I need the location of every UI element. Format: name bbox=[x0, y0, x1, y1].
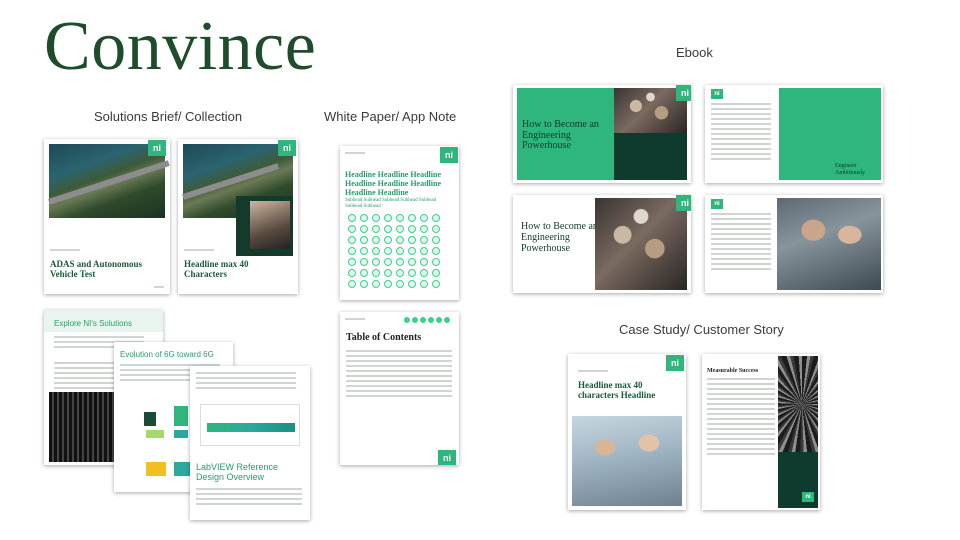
case-headline: Headline max 40 characters Headline bbox=[578, 380, 656, 400]
white-paper-card[interactable]: ni Headline Headline Headline Headline H… bbox=[340, 146, 459, 300]
dark-panel bbox=[614, 133, 687, 180]
wp-subhead: Subhead Subhead Subhead Subhead Subhead … bbox=[345, 198, 437, 209]
section-label-solutions: Solutions Brief/ Collection bbox=[94, 109, 243, 124]
page-title: Convince bbox=[44, 8, 317, 85]
ni-logo-icon: ni bbox=[666, 355, 684, 371]
ebook-title: How to Become an Engineering Powerhouse bbox=[522, 119, 599, 151]
lab-photo bbox=[572, 416, 682, 506]
case-study-cover[interactable]: ni Headline max 40 characters Headline bbox=[568, 354, 686, 510]
ni-logo-icon: ni bbox=[711, 199, 723, 209]
dot-row bbox=[404, 317, 450, 323]
case-study-spread[interactable]: Measurable Success ni bbox=[702, 354, 820, 510]
ni-logo-icon: ni bbox=[676, 195, 691, 211]
ni-logo-icon: ni bbox=[278, 140, 296, 156]
ebook-tagline: Engineer Ambitiously bbox=[835, 163, 866, 176]
ni-logo-icon: ni bbox=[440, 147, 458, 163]
toc-title: Table of Contents bbox=[346, 332, 422, 343]
explore-title: Explore NI's Solutions bbox=[54, 319, 133, 328]
table-of-contents-card[interactable]: Table of Contents ni bbox=[340, 312, 459, 465]
evolution-title: Evolution of 6G toward 6G bbox=[120, 350, 214, 359]
gears-photo bbox=[595, 198, 687, 290]
dot-pattern bbox=[348, 214, 441, 288]
ebook-cover-green[interactable]: How to Become an Engineering Powerhouse … bbox=[513, 85, 691, 183]
ni-logo-icon: ni bbox=[802, 492, 814, 502]
labview-reference-card[interactable]: LabVIEW Reference Design Overview bbox=[190, 366, 310, 520]
solutions-brief-card-headline[interactable]: ni Headline max 40 Characters bbox=[178, 139, 298, 294]
ni-logo-icon: ni bbox=[711, 89, 723, 99]
wp-headline: Headline Headline Headline Headline Head… bbox=[345, 170, 442, 197]
anechoic-chamber-photo bbox=[49, 392, 119, 462]
ni-logo-icon: ni bbox=[438, 450, 456, 465]
ebook-spread-photo[interactable]: ni bbox=[705, 195, 883, 293]
ni-logo-icon: ni bbox=[676, 85, 691, 101]
engineer-photo bbox=[250, 201, 290, 249]
card-title: Headline max 40 Characters bbox=[184, 259, 249, 279]
diagram-box bbox=[200, 404, 300, 446]
turbine-photo bbox=[778, 356, 818, 452]
engineers-photo bbox=[777, 198, 881, 290]
ebook-cover-white[interactable]: How to Become an Engineering Powerhouse … bbox=[513, 195, 691, 293]
section-label-ebook: Ebook bbox=[676, 45, 713, 60]
ebook-title: How to Become an Engineering Powerhouse bbox=[521, 221, 598, 254]
section-label-casestudy: Case Study/ Customer Story bbox=[619, 322, 784, 337]
case-side-title: Measurable Success bbox=[707, 368, 759, 374]
labview-title: LabVIEW Reference Design Overview bbox=[196, 462, 279, 482]
ebook-spread-text[interactable]: ni Engineer Ambitiously bbox=[705, 85, 883, 183]
ni-logo-icon: ni bbox=[148, 140, 166, 156]
section-label-whitepaper: White Paper/ App Note bbox=[324, 109, 457, 124]
card-title: ADAS and Autonomous Vehicle Test bbox=[50, 259, 143, 279]
solutions-brief-card-adas[interactable]: ni ADAS and Autonomous Vehicle Test bbox=[44, 139, 170, 294]
